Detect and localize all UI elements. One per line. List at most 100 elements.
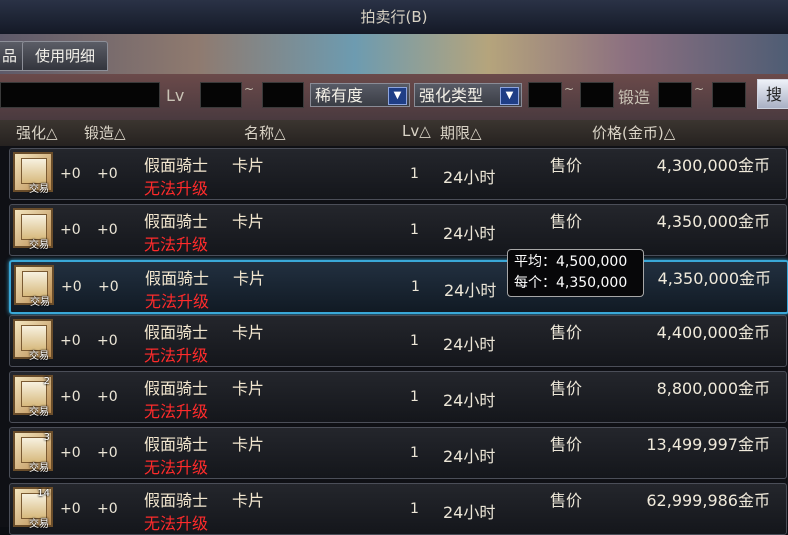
search-button[interactable]: 搜: [757, 79, 788, 109]
window-title: 拍卖行(B): [0, 0, 788, 35]
column-name[interactable]: 名称△: [244, 122, 286, 143]
card-icon[interactable]: 交易: [13, 319, 53, 362]
item-lv: 1: [410, 222, 419, 238]
column-enhance[interactable]: 强化△: [16, 122, 58, 143]
enhance-type-select[interactable]: 强化类型 ▼: [414, 83, 522, 107]
price-value: 4,350,000金币: [656, 212, 770, 231]
column-lv[interactable]: Lv△: [402, 122, 431, 140]
tab-usage-details[interactable]: 使用明细: [22, 41, 108, 71]
tooltip-each: 每个：4,350,000: [514, 275, 628, 291]
auction-row[interactable]: 3 交易 +0 +0 假面骑士 卡片 无法升级 1 24小时 售价 13,499,997金币: [9, 427, 787, 479]
stack-count-badge: 3: [43, 432, 50, 443]
item-type: 卡片: [233, 269, 266, 288]
price-tooltip: 平均：4,500,000 每个：4,350,000: [507, 249, 644, 297]
item-lv: 1: [410, 166, 419, 182]
enhance-value: +0: [60, 166, 81, 182]
card-icon[interactable]: 3 交易: [13, 431, 53, 474]
item-type: 卡片: [232, 491, 265, 510]
item-lv: 1: [410, 389, 419, 405]
upgrade-status: 无法升级: [144, 235, 209, 254]
price-value: 4,400,000金币: [656, 323, 770, 342]
forge-value: +0: [97, 389, 118, 405]
enhance-range-separator: ~: [564, 82, 575, 96]
upgrade-status: 无法升级: [144, 458, 209, 477]
rarity-select[interactable]: 稀有度 ▼: [310, 83, 410, 107]
column-forge[interactable]: 锻造△: [84, 122, 126, 143]
forge-label: 锻造: [618, 88, 651, 107]
item-type: 卡片: [232, 435, 265, 454]
trade-tag: 交易: [29, 184, 49, 195]
forge-value: +0: [97, 333, 118, 349]
forge-value: +0: [97, 166, 118, 182]
item-name: 假面骑士: [144, 323, 209, 342]
price-label: 售价: [550, 491, 583, 510]
item-lv: 1: [410, 445, 419, 461]
card-icon[interactable]: 14 交易: [13, 487, 53, 530]
trade-tag: 交易: [29, 407, 49, 418]
item-name-input[interactable]: [0, 82, 160, 108]
item-duration: 24小时: [443, 335, 496, 354]
card-icon[interactable]: 交易: [13, 152, 53, 195]
banner-background: [0, 34, 788, 74]
item-lv: 1: [410, 501, 419, 517]
item-type: 卡片: [232, 156, 265, 175]
chevron-down-icon: ▼: [388, 87, 407, 105]
lv-min-input[interactable]: [200, 82, 242, 108]
forge-max-input[interactable]: [712, 82, 746, 108]
trade-tag: 交易: [29, 463, 49, 474]
auction-row[interactable]: 交易 +0 +0 假面骑士 卡片 无法升级 1 24小时 售价 4,300,000金币: [9, 148, 787, 200]
forge-value: +0: [97, 445, 118, 461]
enhance-value: +0: [60, 445, 81, 461]
enhance-min-input[interactable]: [528, 82, 562, 108]
auction-row[interactable]: 交易+0+0假面骑士卡片无法升级124小时售价4,350,000金币: [9, 204, 787, 256]
item-duration: 24小时: [444, 281, 497, 300]
item-lv: 1: [410, 333, 419, 349]
item-type: 卡片: [232, 323, 265, 342]
column-price[interactable]: 价格(金币)△: [592, 122, 675, 143]
price-value: 8,800,000金币: [656, 379, 770, 398]
auction-row[interactable]: 交易 +0 +0 假面骑士 卡片无法升级 1 24小时 售价 4,400,000金币: [9, 315, 787, 367]
stack-count-badge: 2: [43, 376, 50, 387]
column-duration[interactable]: 期限△: [440, 122, 482, 143]
enhance-max-input[interactable]: [580, 82, 614, 108]
item-type: 卡片: [232, 379, 265, 398]
card-icon[interactable]: 2 交易: [13, 375, 53, 418]
lv-max-input[interactable]: [262, 82, 304, 108]
item-name: 假面骑士: [144, 491, 209, 510]
price-label: 售价: [550, 435, 583, 454]
item-name: 假面骑士: [144, 379, 209, 398]
stack-count-badge: 14: [37, 488, 50, 499]
item-duration: 24小时: [443, 447, 496, 466]
price-label: 售价: [550, 323, 583, 342]
auction-row[interactable]: 交易+0+0假面骑士卡片无法升级124小时售价4,350,000金币: [9, 260, 788, 314]
column-header: 强化△ 锻造△ 名称△ Lv△ 期限△ 价格(金币)△: [0, 120, 788, 147]
upgrade-status: 无法升级: [144, 179, 209, 198]
upgrade-status: 无法升级: [144, 346, 209, 365]
tooltip-average: 平均：4,500,000: [514, 254, 628, 270]
card-icon[interactable]: 交易: [13, 208, 53, 251]
price-value: 62,999,986金币: [646, 491, 770, 510]
price-value: 4,300,000金币: [656, 156, 770, 175]
item-type: 卡片: [232, 212, 265, 231]
lv-label: Lv: [166, 86, 185, 105]
forge-min-input[interactable]: [658, 82, 692, 108]
auction-row[interactable]: 2 交易 +0 +0 假面骑士 卡片 无法升级 1 24小时 售价 8,800,000金币: [9, 371, 787, 423]
forge-value: +0: [98, 279, 119, 295]
item-duration: 24小时: [443, 224, 496, 243]
enhance-value: +0: [60, 333, 81, 349]
item-duration: 24小时: [443, 168, 496, 187]
enhance-value: +0: [61, 279, 82, 295]
auction-row[interactable]: 14 交易 +0 +0 假面骑士 卡片 无法升级 1 24小时 售价 62,999,986金币: [9, 483, 787, 535]
forge-value: +0: [97, 501, 118, 517]
enhance-value: +0: [60, 501, 81, 517]
item-name: 假面骑士: [144, 435, 209, 454]
trade-tag: 交易: [30, 297, 50, 308]
item-name: 假面骑士: [144, 156, 209, 175]
card-icon[interactable]: 交易: [14, 265, 54, 308]
lv-range-separator: ~: [244, 82, 255, 96]
upgrade-status: 无法升级: [144, 402, 209, 421]
item-name: 假面骑士: [145, 269, 210, 288]
chevron-down-icon: ▼: [500, 87, 519, 105]
item-duration: 24小时: [443, 503, 496, 522]
enhance-value: +0: [60, 389, 81, 405]
